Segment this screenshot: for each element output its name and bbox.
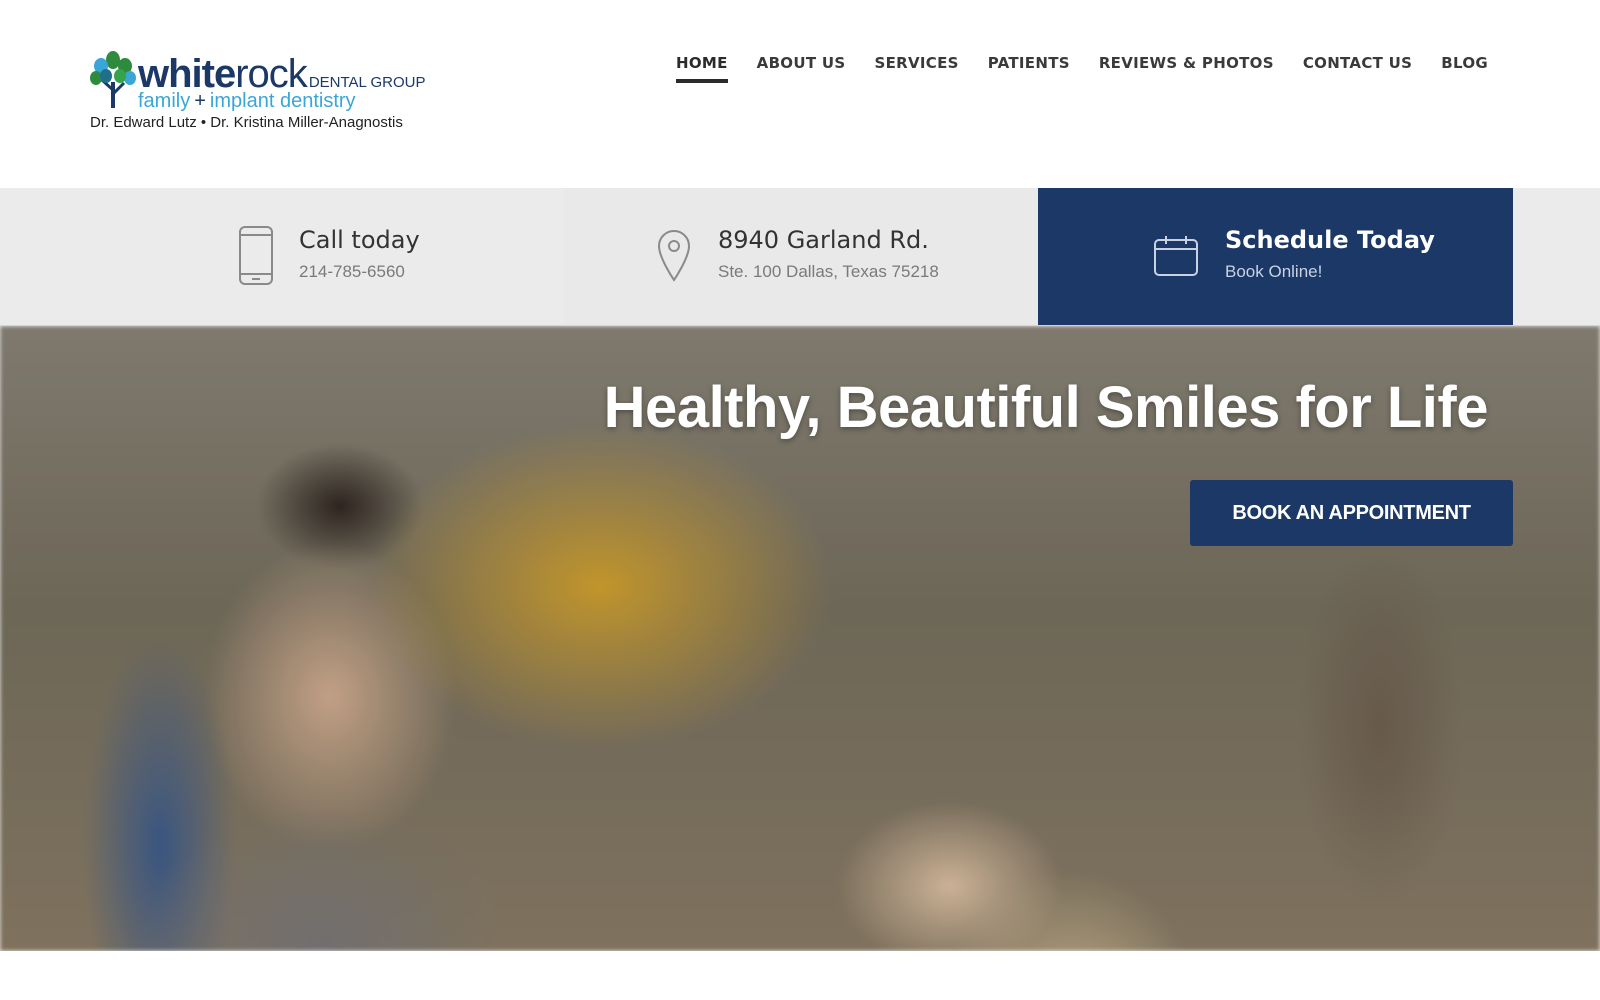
logo-tagline-plus: + — [194, 90, 206, 112]
call-today-block[interactable]: Call today 214-785-6560 — [0, 188, 564, 325]
book-appointment-button[interactable]: BOOK AN APPOINTMENT — [1190, 480, 1513, 546]
schedule-today-block[interactable]: Schedule Today Book Online! — [1038, 188, 1513, 325]
hero-banner: Healthy, Beautiful Smiles for Life BOOK … — [0, 326, 1600, 951]
site-logo[interactable]: whiterock DENTAL GROUP family + implant den… — [88, 50, 433, 135]
nav-blog[interactable]: BLOG — [1441, 54, 1488, 83]
logo-doctors: Dr. Edward Lutz • Dr. Kristina Miller-An… — [90, 114, 403, 131]
nav-home[interactable]: HOME — [675, 54, 728, 83]
address-street: 8940 Garland Rd. — [718, 226, 929, 254]
schedule-today-title: Schedule Today — [1225, 226, 1435, 254]
hero-headline: Healthy, Beautiful Smiles for Life — [603, 375, 1489, 440]
logo-tagline: family + implant dentistry — [138, 90, 356, 113]
nav-contact-us[interactable]: CONTACT US — [1303, 54, 1412, 83]
logo-tagline-implant: implant dentistry — [209, 90, 356, 112]
infobar-filler — [1513, 188, 1600, 325]
nav-services[interactable]: SERVICES — [874, 54, 958, 83]
calendar-icon — [1154, 236, 1198, 276]
nav-reviews-photos[interactable]: REVIEWS & PHOTOS — [1099, 54, 1274, 83]
main-nav: HOME ABOUT US SERVICES PATIENTS REVIEWS … — [647, 54, 1488, 83]
phone-icon — [239, 226, 273, 285]
nav-patients[interactable]: PATIENTS — [988, 54, 1070, 83]
phone-number[interactable]: 214-785-6560 — [299, 262, 405, 282]
map-pin-icon — [657, 230, 691, 282]
call-today-title: Call today — [299, 226, 420, 254]
logo-tagline-family: family — [138, 90, 191, 112]
contact-info-bar: Call today 214-785-6560 8940 Garland Rd.… — [0, 188, 1600, 325]
nav-about-us[interactable]: ABOUT US — [757, 54, 846, 83]
book-online-link[interactable]: Book Online! — [1225, 262, 1322, 282]
address-city: Ste. 100 Dallas, Texas 75218 — [718, 262, 939, 281]
site-header: whiterock DENTAL GROUP family + implant den… — [0, 0, 1600, 188]
address-block[interactable]: 8940 Garland Rd. Ste. 100 Dallas, Texas … — [564, 188, 1038, 325]
logo-dental-group: DENTAL GROUP — [308, 74, 426, 91]
tree-logo-icon — [90, 51, 136, 108]
